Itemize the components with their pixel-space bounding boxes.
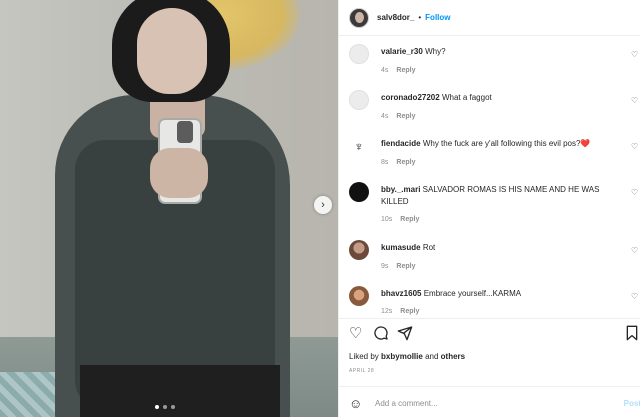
chevron-right-icon: › [321, 198, 325, 211]
next-photo-button[interactable]: › [314, 196, 332, 214]
carousel-dot-active [155, 405, 159, 409]
reply-button[interactable]: Reply [396, 159, 415, 166]
carousel-dot [163, 405, 167, 409]
reply-button[interactable]: Reply [396, 263, 415, 270]
comment-text: Why the fuck are y'all following this ev… [422, 139, 581, 148]
post-actions: ♡ [349, 325, 640, 345]
comment-body: valarie_r30 Why? [381, 46, 621, 58]
comment-time: 4s [381, 113, 389, 120]
comment-time: 10s [381, 216, 393, 223]
comment-like-icon[interactable]: ♡ [631, 50, 638, 59]
comment-text: Why? [425, 47, 446, 56]
post-side-panel: salv8dor_ • Follow valarie_r30 Why? 4s Re… [338, 0, 640, 417]
commenter-avatar[interactable] [349, 240, 369, 260]
post-photo[interactable]: › [0, 0, 338, 417]
comment-text: What a faggot [441, 93, 492, 102]
comment-meta: 4s Reply [381, 113, 415, 120]
comment-meta: 9s Reply [381, 263, 415, 270]
likes-conjunction: and [425, 352, 439, 361]
comment-time: 12s [381, 308, 393, 315]
commenter-username[interactable]: bby._.mari [381, 185, 420, 194]
reply-button[interactable]: Reply [396, 67, 415, 74]
actions-divider [339, 318, 640, 319]
skull-logo-icon: ♆ [354, 138, 364, 154]
comment-like-icon[interactable]: ♡ [631, 142, 638, 151]
comment-meta: 4s Reply [381, 67, 415, 74]
comment-like-icon[interactable]: ♡ [631, 246, 638, 255]
author-username[interactable]: salv8dor_ [377, 13, 414, 22]
likes-others-link[interactable]: others [441, 352, 465, 361]
comment-body: fiendacide Why the fuck are y'all follow… [381, 138, 621, 150]
commenter-avatar[interactable]: ♆ [349, 136, 369, 156]
author-avatar[interactable] [349, 7, 369, 28]
comment-meta: 10s Reply [381, 216, 419, 223]
photo-phone-camera [177, 121, 193, 143]
add-comment-bar: ☺ Add a comment... Post [349, 394, 640, 412]
reply-button[interactable]: Reply [400, 308, 419, 315]
comment-icon[interactable] [373, 325, 391, 343]
commenter-username[interactable]: valarie_r30 [381, 47, 423, 56]
bookmark-icon[interactable] [625, 325, 640, 343]
commenter-username[interactable]: bhavz1605 [381, 289, 421, 298]
commenter-username[interactable]: coronado27202 [381, 93, 440, 102]
comment-text: Rot [422, 243, 436, 252]
smiley-icon[interactable]: ☺ [349, 396, 367, 411]
likes-summary: Liked by bxbymollie and others [349, 352, 465, 361]
header-separator: • [418, 13, 422, 22]
comment-body: bhavz1605 Embrace yourself...KARMA [381, 288, 621, 300]
heart-emoji: ❤️ [580, 139, 591, 148]
photo-pants [80, 365, 280, 417]
comment-meta: 8s Reply [381, 159, 415, 166]
carousel-indicator [155, 405, 175, 409]
comment-body: bby._.mari SALVADOR ROMAS IS HIS NAME AN… [381, 184, 621, 208]
comment-like-icon[interactable]: ♡ [631, 96, 638, 105]
comment-body: coronado27202 What a faggot [381, 92, 621, 104]
likes-prefix: Liked by [349, 352, 379, 361]
heart-icon[interactable]: ♡ [349, 325, 367, 343]
comment-box-divider [339, 386, 640, 387]
comment-time: 4s [381, 67, 389, 74]
post-header: salv8dor_ • Follow [339, 0, 640, 36]
comment-input[interactable]: Add a comment... [375, 399, 438, 408]
commenter-avatar[interactable] [349, 90, 369, 110]
commenter-avatar[interactable] [349, 286, 369, 306]
carousel-dot [171, 405, 175, 409]
reply-button[interactable]: Reply [396, 113, 415, 120]
comment-like-icon[interactable]: ♡ [631, 188, 638, 197]
post-button[interactable]: Post [624, 399, 640, 408]
comment-time: 9s [381, 263, 389, 270]
liker-username[interactable]: bxbymollie [381, 352, 423, 361]
comment-text: Embrace yourself...KARMA [423, 289, 522, 298]
photo-hand [150, 148, 208, 198]
reply-button[interactable]: Reply [400, 216, 419, 223]
comment-like-icon[interactable]: ♡ [631, 292, 638, 301]
commenter-avatar[interactable] [349, 44, 369, 64]
comment-time: 8s [381, 159, 389, 166]
commenter-username[interactable]: kumasude [381, 243, 421, 252]
commenter-avatar[interactable] [349, 182, 369, 202]
follow-button[interactable]: Follow [425, 13, 450, 22]
comment-meta: 12s Reply [381, 308, 419, 315]
photo-face [137, 8, 207, 94]
commenter-username[interactable]: fiendacide [381, 139, 421, 148]
post-date: APRIL 28 [349, 368, 375, 374]
share-icon[interactable] [397, 325, 415, 343]
comment-body: kumasude Rot [381, 242, 621, 254]
